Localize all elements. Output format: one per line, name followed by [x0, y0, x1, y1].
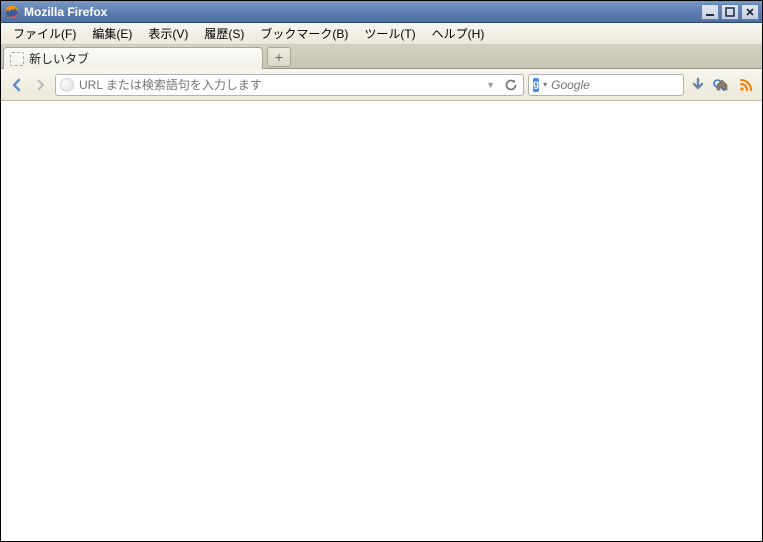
maximize-button[interactable] [721, 4, 739, 20]
url-input[interactable] [79, 78, 478, 92]
forward-button[interactable] [31, 75, 51, 95]
downloads-button[interactable] [688, 75, 708, 95]
download-arrow-icon [690, 77, 706, 93]
tab-favicon-placeholder-icon [10, 52, 24, 66]
window-controls [701, 4, 759, 20]
reload-button[interactable] [503, 77, 519, 93]
back-button[interactable] [7, 75, 27, 95]
menu-file[interactable]: ファイル(F) [5, 23, 84, 44]
title-bar: Mozilla Firefox [1, 1, 762, 23]
firefox-icon [4, 4, 20, 20]
search-input[interactable] [551, 78, 708, 92]
home-icon [714, 77, 730, 93]
reload-icon [504, 78, 518, 92]
arrow-right-icon [34, 78, 48, 92]
feeds-button[interactable] [736, 75, 756, 95]
window-title: Mozilla Firefox [24, 5, 701, 19]
plus-icon: + [275, 49, 283, 65]
tab-active[interactable]: 新しいタブ [3, 47, 263, 69]
menu-help[interactable]: ヘルプ(H) [424, 23, 493, 44]
tab-label: 新しいタブ [29, 50, 89, 67]
home-button[interactable] [712, 75, 732, 95]
search-engine-dropdown[interactable]: ▾ [543, 80, 547, 89]
search-engine-icon[interactable]: g [533, 78, 539, 92]
arrow-left-icon [9, 77, 25, 93]
url-bar[interactable]: ▼ [55, 74, 524, 96]
close-button[interactable] [741, 4, 759, 20]
search-bar[interactable]: g ▾ [528, 74, 684, 96]
menu-tools[interactable]: ツール(T) [356, 23, 423, 44]
urlbar-history-dropdown[interactable]: ▼ [483, 80, 498, 90]
tab-bar: 新しいタブ + [1, 45, 762, 69]
menu-history[interactable]: 履歴(S) [196, 23, 252, 44]
nav-toolbar: ▼ g ▾ [1, 69, 762, 101]
minimize-button[interactable] [701, 4, 719, 20]
menu-bar: ファイル(F) 編集(E) 表示(V) 履歴(S) ブックマーク(B) ツール(… [1, 23, 762, 45]
browser-content-area [1, 101, 762, 541]
menu-bookmarks[interactable]: ブックマーク(B) [252, 23, 356, 44]
rss-icon [738, 77, 754, 93]
menu-edit[interactable]: 編集(E) [84, 23, 140, 44]
menu-view[interactable]: 表示(V) [140, 23, 196, 44]
new-tab-button[interactable]: + [267, 47, 291, 67]
identity-icon[interactable] [60, 78, 74, 92]
